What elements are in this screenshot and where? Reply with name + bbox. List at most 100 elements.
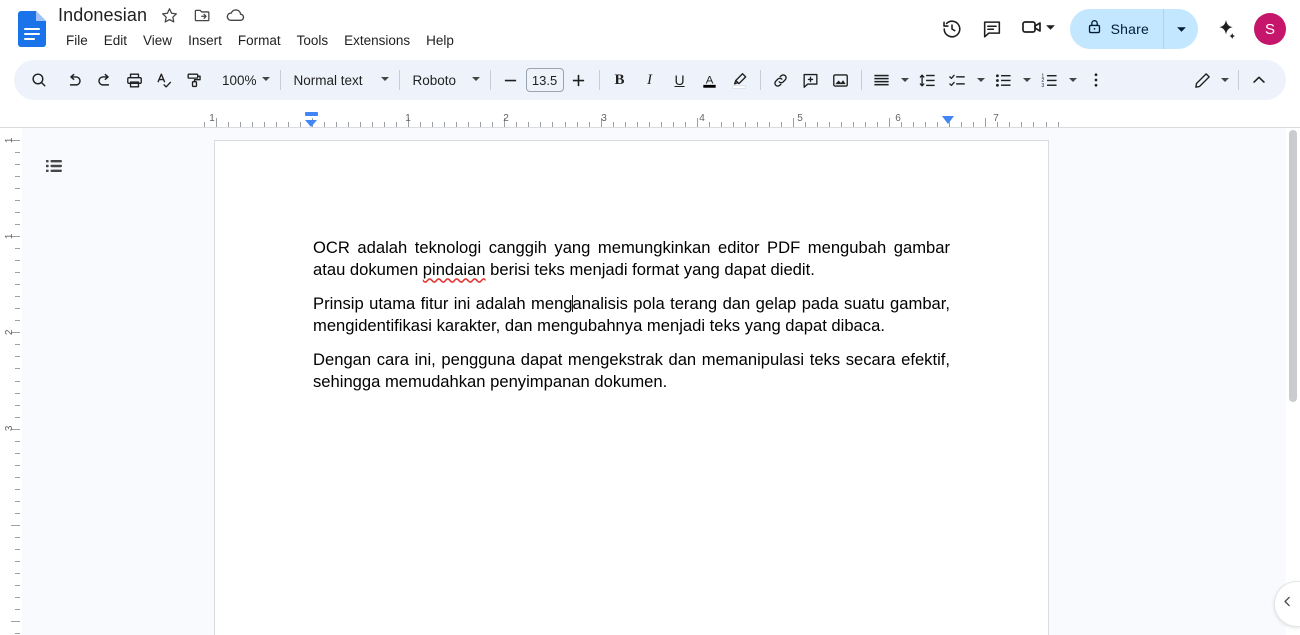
bold-button[interactable]: B (605, 65, 635, 95)
ruler-number: 3 (601, 113, 607, 124)
align-justify-icon[interactable] (867, 65, 897, 95)
sparkle-icon[interactable] (1206, 9, 1246, 49)
italic-button[interactable]: I (635, 65, 665, 95)
search-icon[interactable] (24, 65, 54, 95)
align-control[interactable] (867, 65, 913, 95)
menu-item-format[interactable]: Format (230, 30, 289, 51)
ruler-tick (769, 122, 770, 127)
font-family-label: Roboto (412, 72, 457, 88)
menu-item-file[interactable]: File (58, 30, 96, 51)
cloud-done-icon[interactable] (224, 4, 246, 26)
share-chevron-down-icon[interactable] (1164, 9, 1198, 49)
redo-arrow-icon[interactable] (89, 65, 119, 95)
menu-item-tools[interactable]: Tools (289, 30, 337, 51)
move-to-folder-icon[interactable] (191, 4, 213, 26)
underline-button[interactable]: U (665, 65, 695, 95)
ruler-tick (589, 122, 590, 127)
paragraph-3[interactable]: Dengan cara ini, pengguna dapat mengekst… (313, 349, 950, 394)
left-indent-marker[interactable] (305, 120, 317, 127)
text-color-a-icon[interactable]: A (695, 65, 725, 95)
font-family-dropdown[interactable]: Roboto (405, 66, 485, 94)
pencil-icon[interactable] (1187, 65, 1217, 95)
vertical-scrollbar-thumb[interactable] (1289, 130, 1297, 402)
paragraph-1[interactable]: OCR adalah teknologi canggih yang memung… (313, 237, 950, 282)
star-icon[interactable] (158, 4, 180, 26)
ruler-tick (793, 118, 794, 127)
align-chevron-down-icon[interactable] (897, 67, 913, 93)
vruler-tick (15, 513, 20, 514)
image-icon[interactable] (826, 65, 856, 95)
add-comment-icon[interactable] (796, 65, 826, 95)
bulleted-list-icon[interactable] (989, 65, 1019, 95)
vruler-tick (15, 164, 20, 165)
paint-roller-icon[interactable] (179, 65, 209, 95)
line-spacing-icon[interactable] (913, 65, 943, 95)
paragraph-style-dropdown[interactable]: Normal text (286, 66, 394, 94)
share-button[interactable]: Share (1069, 9, 1198, 49)
decrease-font-size-button[interactable] (496, 65, 526, 95)
numbered-list-control[interactable]: 1 2 3 (1035, 65, 1081, 95)
avatar[interactable]: S (1254, 13, 1286, 45)
vruler-tick (11, 621, 20, 622)
share-main[interactable]: Share (1070, 9, 1163, 49)
menu-item-view[interactable]: View (135, 30, 180, 51)
ruler-number: 1 (405, 113, 411, 124)
undo-arrow-icon[interactable] (59, 65, 89, 95)
horizontal-ruler[interactable]: 1 1 2 3 4 5 6 7 (0, 104, 1300, 128)
numbered-list-icon[interactable]: 1 2 3 (1035, 65, 1065, 95)
menu-item-insert[interactable]: Insert (180, 30, 230, 51)
vruler-tick (15, 152, 20, 153)
meet-video-button[interactable] (1012, 9, 1060, 49)
paragraph-2[interactable]: Prinsip utama fitur ini adalah menganali… (313, 293, 950, 338)
side-panel-toggle-button[interactable] (1274, 581, 1300, 627)
history-clock-icon[interactable] (932, 9, 972, 49)
page-title[interactable]: Indonesian (58, 5, 147, 26)
vruler-tick (15, 212, 20, 213)
ruler-number: 6 (895, 113, 901, 124)
ruler-tick (709, 122, 710, 127)
menu-item-help[interactable]: Help (418, 30, 462, 51)
vruler-tick (15, 561, 20, 562)
docs-file-icon[interactable] (18, 11, 46, 47)
highlight-pen-icon[interactable] (725, 65, 755, 95)
ruler-tick (841, 122, 842, 127)
ruler-tick (240, 122, 241, 127)
spelling-error-word[interactable]: pindaian (423, 260, 486, 279)
checklist-chevron-down-icon[interactable] (973, 67, 989, 93)
vertical-scrollbar[interactable] (1286, 128, 1300, 635)
bulleted-list-chevron-down-icon[interactable] (1019, 67, 1035, 93)
bulleted-list-control[interactable] (989, 65, 1035, 95)
printer-icon[interactable] (119, 65, 149, 95)
font-size-input[interactable]: 13.5 (525, 68, 564, 92)
document-outline-icon[interactable] (34, 146, 74, 186)
right-indent-marker[interactable] (942, 116, 954, 124)
menu-item-extensions[interactable]: Extensions (336, 30, 418, 51)
document-body[interactable]: OCR adalah teknologi canggih yang memung… (313, 237, 950, 393)
toolbar-divider (279, 70, 281, 90)
link-icon[interactable] (766, 65, 796, 95)
document-title-row: Indonesian (58, 4, 246, 26)
spellcheck-icon[interactable] (149, 65, 179, 95)
ruler-tick (396, 122, 397, 127)
left-indent-bar[interactable] (305, 112, 318, 116)
checklist-icon[interactable] (943, 65, 973, 95)
menu-bar: File Edit View Insert Format Tools Exten… (58, 30, 462, 51)
ruler-tick (444, 122, 445, 127)
document-page[interactable]: OCR adalah teknologi canggih yang memung… (214, 140, 1049, 635)
toolbar-divider (759, 70, 761, 90)
increase-font-size-button[interactable] (564, 65, 594, 95)
ruler-tick (745, 122, 746, 127)
vruler-tick (15, 477, 20, 478)
vruler-number: 2 (4, 329, 16, 336)
editing-mode-control[interactable] (1187, 65, 1233, 95)
chevron-up-icon[interactable] (1244, 65, 1274, 95)
comment-bubble-icon[interactable] (972, 9, 1012, 49)
three-dot-vertical-icon[interactable] (1081, 65, 1111, 95)
editing-mode-chevron-down-icon[interactable] (1217, 67, 1233, 93)
checklist-control[interactable] (943, 65, 989, 95)
numbered-list-chevron-down-icon[interactable] (1065, 67, 1081, 93)
menu-item-edit[interactable]: Edit (96, 30, 135, 51)
zoom-level-dropdown[interactable]: 100% (214, 66, 275, 94)
ruler-tick (1009, 122, 1010, 127)
ruler-tick (540, 122, 541, 127)
